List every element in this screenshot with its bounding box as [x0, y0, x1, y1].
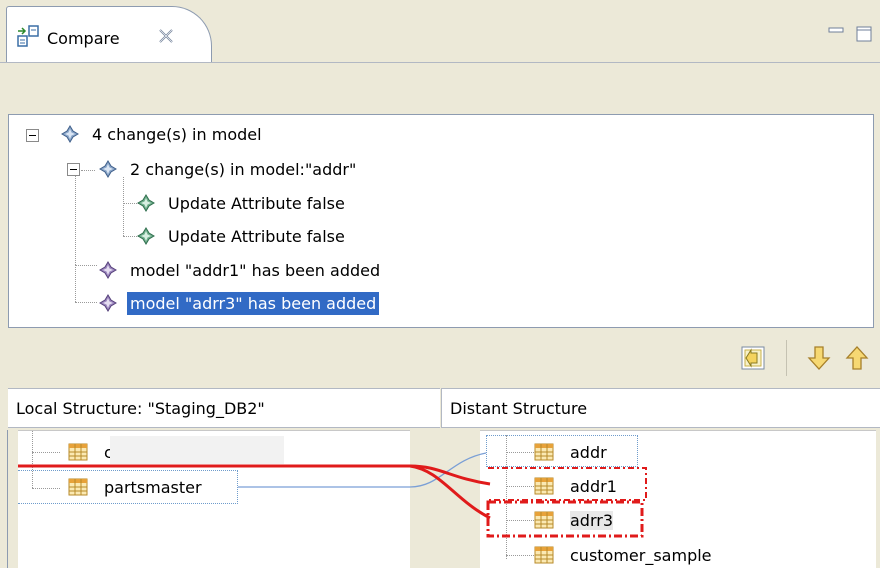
purple-diamond-icon — [99, 261, 117, 279]
panel-left-edge — [0, 430, 8, 568]
change-diamond-icon — [99, 160, 117, 178]
table-icon — [68, 478, 88, 496]
distant-item-label: addr1 — [570, 476, 617, 496]
green-diamond-icon — [137, 227, 155, 245]
local-structure-panel: customer_sample partsmaster — [18, 430, 410, 568]
tree-node-update-2-label: Update Attribute false — [168, 226, 345, 246]
tree-node-added-adrr3[interactable]: model "adrr3" has been added — [99, 288, 380, 318]
close-icon[interactable] — [157, 27, 175, 45]
green-diamond-icon — [137, 194, 155, 212]
copy-left-icon[interactable] — [740, 344, 766, 372]
tree-node-added-adrr3-label: model "adrr3" has been added — [127, 291, 380, 315]
tree-node-group-label: 2 change(s) in model:"addr" — [130, 159, 357, 179]
distant-structure-panel: addr addr1 adrr3 customer_sample — [480, 430, 876, 568]
table-icon — [534, 546, 554, 564]
distant-item-customer-sample[interactable]: customer_sample — [534, 542, 712, 568]
table-icon — [534, 511, 554, 529]
local-item-label: partsmaster — [104, 477, 202, 497]
tree-node-added-addr1-label: model "addr1" has been added — [130, 260, 381, 280]
maximize-icon[interactable] — [854, 24, 874, 44]
change-tree: 4 change(s) in model 2 change(s) in mode… — [8, 114, 874, 328]
local-item-label: customer_sample — [104, 442, 246, 462]
view-tab-bar: Compare — [0, 0, 880, 62]
tree-node-update-2[interactable]: Update Attribute false — [137, 221, 348, 251]
local-item-partsmaster[interactable]: partsmaster — [68, 474, 202, 500]
nav-separator — [786, 340, 787, 376]
table-icon — [68, 443, 88, 461]
tree-node-update-1-label: Update Attribute false — [168, 193, 345, 213]
table-icon — [534, 443, 554, 461]
table-icon — [534, 477, 554, 495]
compare-toolbar — [0, 62, 880, 114]
structure-link-gutter — [410, 430, 480, 568]
compare-tab[interactable]: Compare — [6, 6, 212, 62]
distant-item-adrr3[interactable]: adrr3 — [534, 507, 614, 533]
tree-node-update-1[interactable]: Update Attribute false — [137, 188, 348, 218]
compare-tab-label: Compare — [47, 29, 120, 48]
distant-item-label: customer_sample — [570, 545, 712, 565]
local-item-customer-sample[interactable]: customer_sample — [68, 439, 246, 465]
local-structure-header: Local Structure: "Staging_DB2" — [8, 388, 440, 428]
tree-node-root[interactable]: 4 change(s) in model — [61, 119, 265, 149]
distant-item-addr[interactable]: addr — [534, 439, 607, 465]
tree-node-added-addr1[interactable]: model "addr1" has been added — [99, 255, 383, 285]
change-diamond-icon — [61, 125, 79, 143]
collapse-group-toggle[interactable] — [67, 163, 80, 176]
distant-item-addr1[interactable]: addr1 — [534, 473, 617, 499]
distant-structure-header: Distant Structure — [441, 388, 880, 428]
tree-node-group[interactable]: 2 change(s) in model:"addr" — [99, 154, 359, 184]
arrow-up-icon[interactable] — [844, 344, 870, 372]
compare-icon — [17, 25, 39, 47]
collapse-root-toggle[interactable] — [26, 129, 39, 142]
distant-item-label: adrr3 — [570, 510, 614, 530]
arrow-down-icon[interactable] — [806, 344, 832, 372]
tree-node-root-label: 4 change(s) in model — [92, 124, 262, 144]
minimize-icon[interactable] — [826, 24, 846, 44]
distant-item-label: addr — [570, 442, 607, 462]
purple-diamond-icon — [99, 294, 117, 312]
